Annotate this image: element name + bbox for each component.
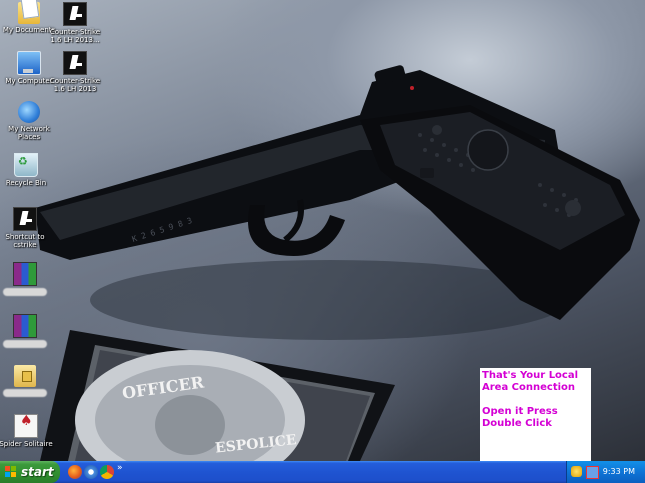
my-computer-icon (17, 51, 41, 75)
security-shield-icon[interactable] (571, 466, 582, 477)
note-line-3: Open it Press (482, 406, 558, 417)
winrar-archive-icon (13, 314, 37, 338)
desktop-icon-locked-folder[interactable] (0, 365, 54, 397)
chrome-icon[interactable] (100, 465, 114, 479)
annotation-note: That's Your Local Area Connection Open i… (480, 368, 591, 461)
media-player-icon[interactable] (84, 465, 98, 479)
network-connection-icon[interactable] (586, 466, 599, 479)
quick-launch-overflow[interactable]: » (117, 463, 123, 473)
winrar-archive-icon (13, 262, 37, 286)
spider-solitaire-icon (14, 414, 38, 438)
note-line-4: Double Click (482, 418, 552, 429)
desktop-icon-recycle-bin[interactable]: Recycle Bin (0, 153, 55, 187)
counter-strike-icon (63, 51, 87, 75)
redacted-label (3, 288, 47, 296)
desktop-icon-cstrike-shortcut[interactable]: Shortcut to cstrike (0, 207, 54, 249)
network-places-icon (18, 101, 40, 123)
note-line-2: Area Connection (482, 382, 576, 393)
desktop-icon-network-places[interactable]: My Network Places (0, 101, 58, 141)
desktop-icon-archive-1[interactable] (0, 262, 54, 296)
desktop-icon-counter-strike-1[interactable]: Counter-Strike 1.6 LH 2013... (46, 2, 104, 44)
redacted-label (3, 389, 47, 397)
start-button[interactable]: start (0, 461, 60, 483)
firefox-icon[interactable] (68, 465, 82, 479)
system-tray: 9:33 PM (566, 461, 645, 483)
recycle-bin-icon (14, 153, 38, 177)
taskbar: start » 9:33 PM (0, 461, 645, 483)
desktop: OFFICER ESPOLICE K 2 6 5 9 8 3 My Docume… (0, 0, 645, 461)
my-documents-icon (18, 2, 40, 24)
counter-strike-icon (63, 2, 87, 26)
desktop-icon-spider-solitaire[interactable]: Spider Solitaire (0, 414, 55, 448)
locked-folder-icon (14, 365, 36, 387)
note-line-1: That's Your Local (482, 370, 579, 381)
start-label: start (21, 465, 54, 479)
clock: 9:33 PM (602, 467, 635, 476)
windows-flag-icon (5, 466, 17, 478)
desktop-icon-counter-strike-2[interactable]: Counter-Strike 1.6 LH 2013 (46, 51, 104, 93)
desktop-icon-archive-2[interactable] (0, 314, 54, 348)
redacted-label (3, 340, 47, 348)
cs-shortcut-icon (13, 207, 37, 231)
